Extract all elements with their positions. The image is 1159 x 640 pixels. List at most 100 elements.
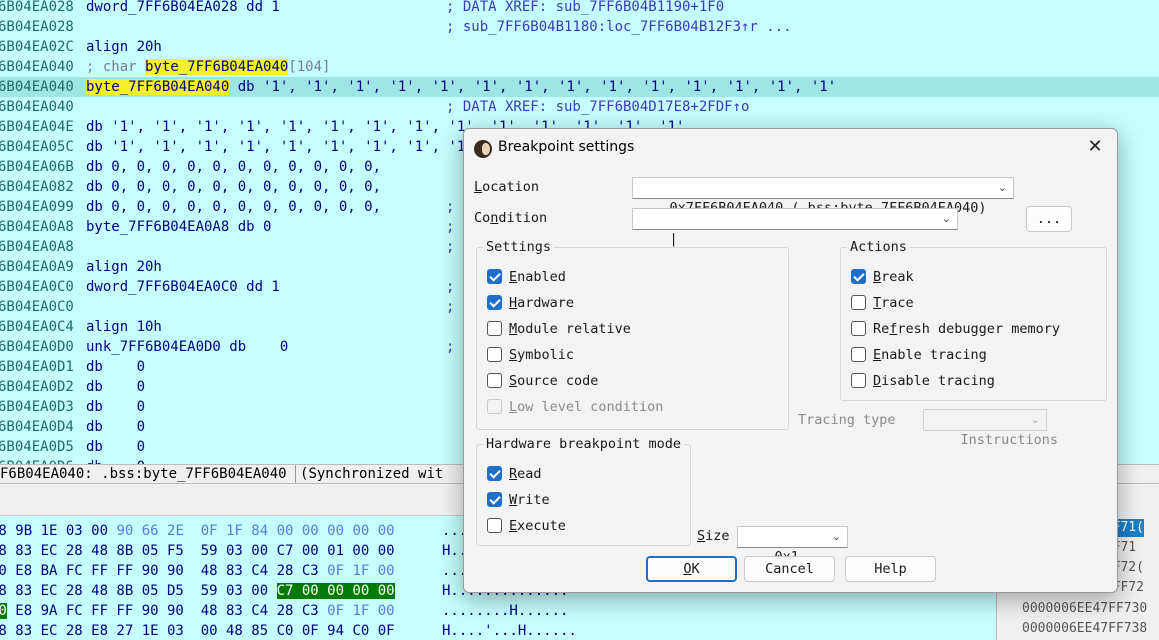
listing-code: byte_7FF6B04EA0A8 db 0 [86, 219, 272, 235]
listing-comment: ; char [86, 59, 146, 75]
checkbox-box[interactable] [851, 321, 866, 336]
condition-input[interactable]: | ⌄ [632, 208, 958, 247]
listing-line[interactable]: 6B04EA040 byte_7FF6B04EA040 db '1', '1', … [0, 77, 1159, 97]
listing-address: 6B04EA040 [0, 59, 74, 75]
checkbox-label: Hardware [509, 294, 574, 312]
listing-address: 6B04EA099 [0, 199, 74, 215]
checkbox-box[interactable] [487, 295, 502, 310]
hex-ascii: ........H...... [442, 603, 569, 619]
chevron-down-icon[interactable]: ⌄ [942, 209, 951, 229]
hex-row[interactable]: 00 E8 BA FC FF FF 90 90 48 83 C4 28 C3 0… [0, 561, 476, 581]
checkbox-label: Source code [509, 372, 598, 390]
hex-bytes: 48 83 EC 28 48 8B 05 F5 59 03 00 C7 00 0… [0, 543, 395, 559]
close-icon[interactable]: ✕ [1083, 136, 1107, 160]
actions-checkbox-trace[interactable]: Trace [851, 294, 1091, 312]
hex-row[interactable]: E8 9B 1E 03 00 90 66 2E 0F 1F 84 00 00 0… [0, 521, 467, 541]
settings-checkbox-symbolic[interactable]: Symbolic [487, 346, 727, 364]
help-button[interactable]: Help [845, 556, 936, 582]
label-text: odule relative [517, 321, 631, 337]
listing-line[interactable]: 6B04EA040 ; char byte_7FF6B04EA040[104] [0, 57, 1159, 77]
checkbox-box[interactable] [487, 492, 502, 507]
checkbox-label: Read [509, 465, 542, 483]
checkbox-box[interactable] [487, 269, 502, 284]
listing-address: 6B04EA02C [0, 39, 74, 55]
listing-address: 6B04EA082 [0, 179, 74, 195]
hw-mode-checkbox-read[interactable]: Read [487, 465, 727, 483]
checkbox-label: Trace [873, 294, 914, 312]
checkbox-box[interactable] [851, 373, 866, 388]
settings-legend: Settings [486, 239, 552, 255]
dialog-title-bar[interactable]: Breakpoint settings ✕ [464, 129, 1117, 167]
listing-code: align 10h [86, 319, 162, 335]
hex-selected-bytes: C7 00 00 00 00 [276, 583, 395, 599]
settings-checkbox-enabled[interactable]: Enabled [487, 268, 727, 286]
listing-address: 6B04EA06B [0, 159, 74, 175]
listing-code: align 20h [86, 39, 162, 55]
settings-checkbox-module-relative[interactable]: Module relative [487, 320, 727, 338]
chevron-down-icon[interactable]: ⌄ [832, 527, 841, 547]
hex-bytes: 00 E8 9A FC FF FF 90 90 48 83 C4 28 C3 0… [0, 603, 395, 619]
tracing-type-label: Tracing type [798, 412, 896, 428]
hex-bytes-text: 48 83 EC 28 E8 27 1E 03 00 48 85 C0 0F 9… [0, 623, 395, 639]
listing-line[interactable]: 6B04EA028 ; sub_7FF6B04B1180:loc_7FF6B04B… [0, 17, 1159, 37]
checkbox-box[interactable] [487, 321, 502, 336]
highlighted-symbol: byte_7FF6B04EA040 [145, 59, 289, 75]
chevron-down-icon[interactable]: ⌄ [998, 178, 1007, 198]
ida-app-icon [474, 140, 492, 158]
cancel-button[interactable]: Cancel [744, 556, 835, 582]
hex-row[interactable]: 48 83 EC 28 E8 27 1E 03 00 48 85 C0 0F 9… [0, 621, 577, 640]
checkbox-label: Execute [509, 517, 566, 535]
listing-xref-comment: ; DATA XREF: sub_7FF6B04B1190+1F0 [446, 0, 725, 15]
checkbox-box[interactable] [487, 373, 502, 388]
actions-checkbox-enable-tracing[interactable]: Enable tracing [851, 346, 1091, 364]
label-text: ow level condition [517, 399, 664, 415]
checkbox-box[interactable] [487, 347, 502, 362]
actions-checkbox-break[interactable]: Break [851, 268, 1091, 286]
hex-padding-bytes: 90 66 2E 0F 1F 84 00 00 00 00 00 [116, 523, 395, 539]
actions-checkbox-disable-tracing[interactable]: Disable tracing [851, 372, 1091, 390]
hex-row[interactable]: 48 83 EC 28 48 8B 05 F5 59 03 00 C7 00 0… [0, 541, 476, 561]
settings-checkbox-hardware[interactable]: Hardware [487, 294, 727, 312]
listing-address: 6B04EA0C4 [0, 319, 74, 335]
size-combo[interactable]: 0x1 ⌄ [737, 526, 848, 565]
location-combo[interactable]: 0x7FF6B04EA040 (.bss:byte_7FF6B04EA040) … [632, 177, 1014, 216]
checkbox-box[interactable] [851, 347, 866, 362]
hex-row[interactable]: 48 83 EC 28 48 8B 05 D5 59 03 00 C7 00 0… [0, 581, 568, 601]
listing-line[interactable]: 6B04EA02C align 20h [0, 37, 1159, 57]
listing-xref-comment: ; sub_7FF6B04B1180:loc_7FF6B04B12F3↑r ..… [446, 19, 792, 35]
hw-mode-checkbox-execute[interactable]: Execute [487, 517, 727, 535]
highlighted-symbol: byte_7FF6B04EA040 [86, 79, 230, 95]
listing-code: dword_7FF6B04EA028 dd 1 [86, 0, 280, 15]
tracing-type-combo[interactable]: Instructions ⌄ [923, 409, 1058, 448]
listing-xref-comment: ; [446, 299, 455, 315]
listing-address: 6B04EA0D4 [0, 419, 74, 435]
label-text: ardware [517, 295, 575, 311]
checkbox-box[interactable] [487, 466, 502, 481]
tracing-type-value: Instructions [960, 432, 1059, 448]
stack-entry[interactable]: 0000006EE47FF730 [1022, 600, 1147, 618]
settings-checkbox-source-code[interactable]: Source code [487, 372, 727, 390]
listing-code: db 0 [86, 399, 146, 415]
label-mnemonic: H [509, 295, 518, 311]
hex-bytes: 00 E8 BA FC FF FF 90 90 48 83 C4 28 C3 0… [0, 563, 395, 579]
listing-address: 6B04EA028 [0, 19, 74, 35]
condition-ellipsis-button[interactable]: ... [1026, 206, 1072, 232]
checkbox-box[interactable] [487, 518, 502, 533]
label-mnemonic: E [509, 269, 518, 285]
hw-mode-checkbox-write[interactable]: Write [487, 491, 727, 509]
listing-line[interactable]: 6B04EA028 dword_7FF6B04EA028 dd 1 ; DATA X… [0, 0, 1159, 17]
hex-bytes: 48 83 EC 28 48 8B 05 D5 59 03 00 C7 00 0… [0, 583, 395, 599]
actions-legend: Actions [850, 239, 907, 255]
actions-checkbox-fresh-debugger-memory[interactable]: Refresh debugger memory [851, 320, 1091, 338]
listing-code: db 0, 0, 0, 0, 0, 0, 0, 0, 0, 0, 0, [86, 179, 382, 195]
checkbox-box[interactable] [851, 269, 866, 284]
listing-line[interactable]: 6B04EA040 ; DATA XREF: sub_7FF6B04D17E8+2… [0, 97, 1159, 117]
chevron-down-icon[interactable]: ⌄ [1031, 410, 1040, 430]
checkbox-box[interactable] [851, 295, 866, 310]
label-text: isable tracing [881, 373, 995, 389]
stack-entry[interactable]: 0000006EE47FF738 [1022, 620, 1147, 638]
hex-row[interactable]: 00 E8 9A FC FF FF 90 90 48 83 C4 28 C3 0… [0, 601, 568, 621]
listing-code: dword_7FF6B04EA0C0 dd 1 [86, 279, 280, 295]
label-text: Re [873, 321, 890, 337]
ok-button[interactable]: OK [646, 556, 737, 582]
